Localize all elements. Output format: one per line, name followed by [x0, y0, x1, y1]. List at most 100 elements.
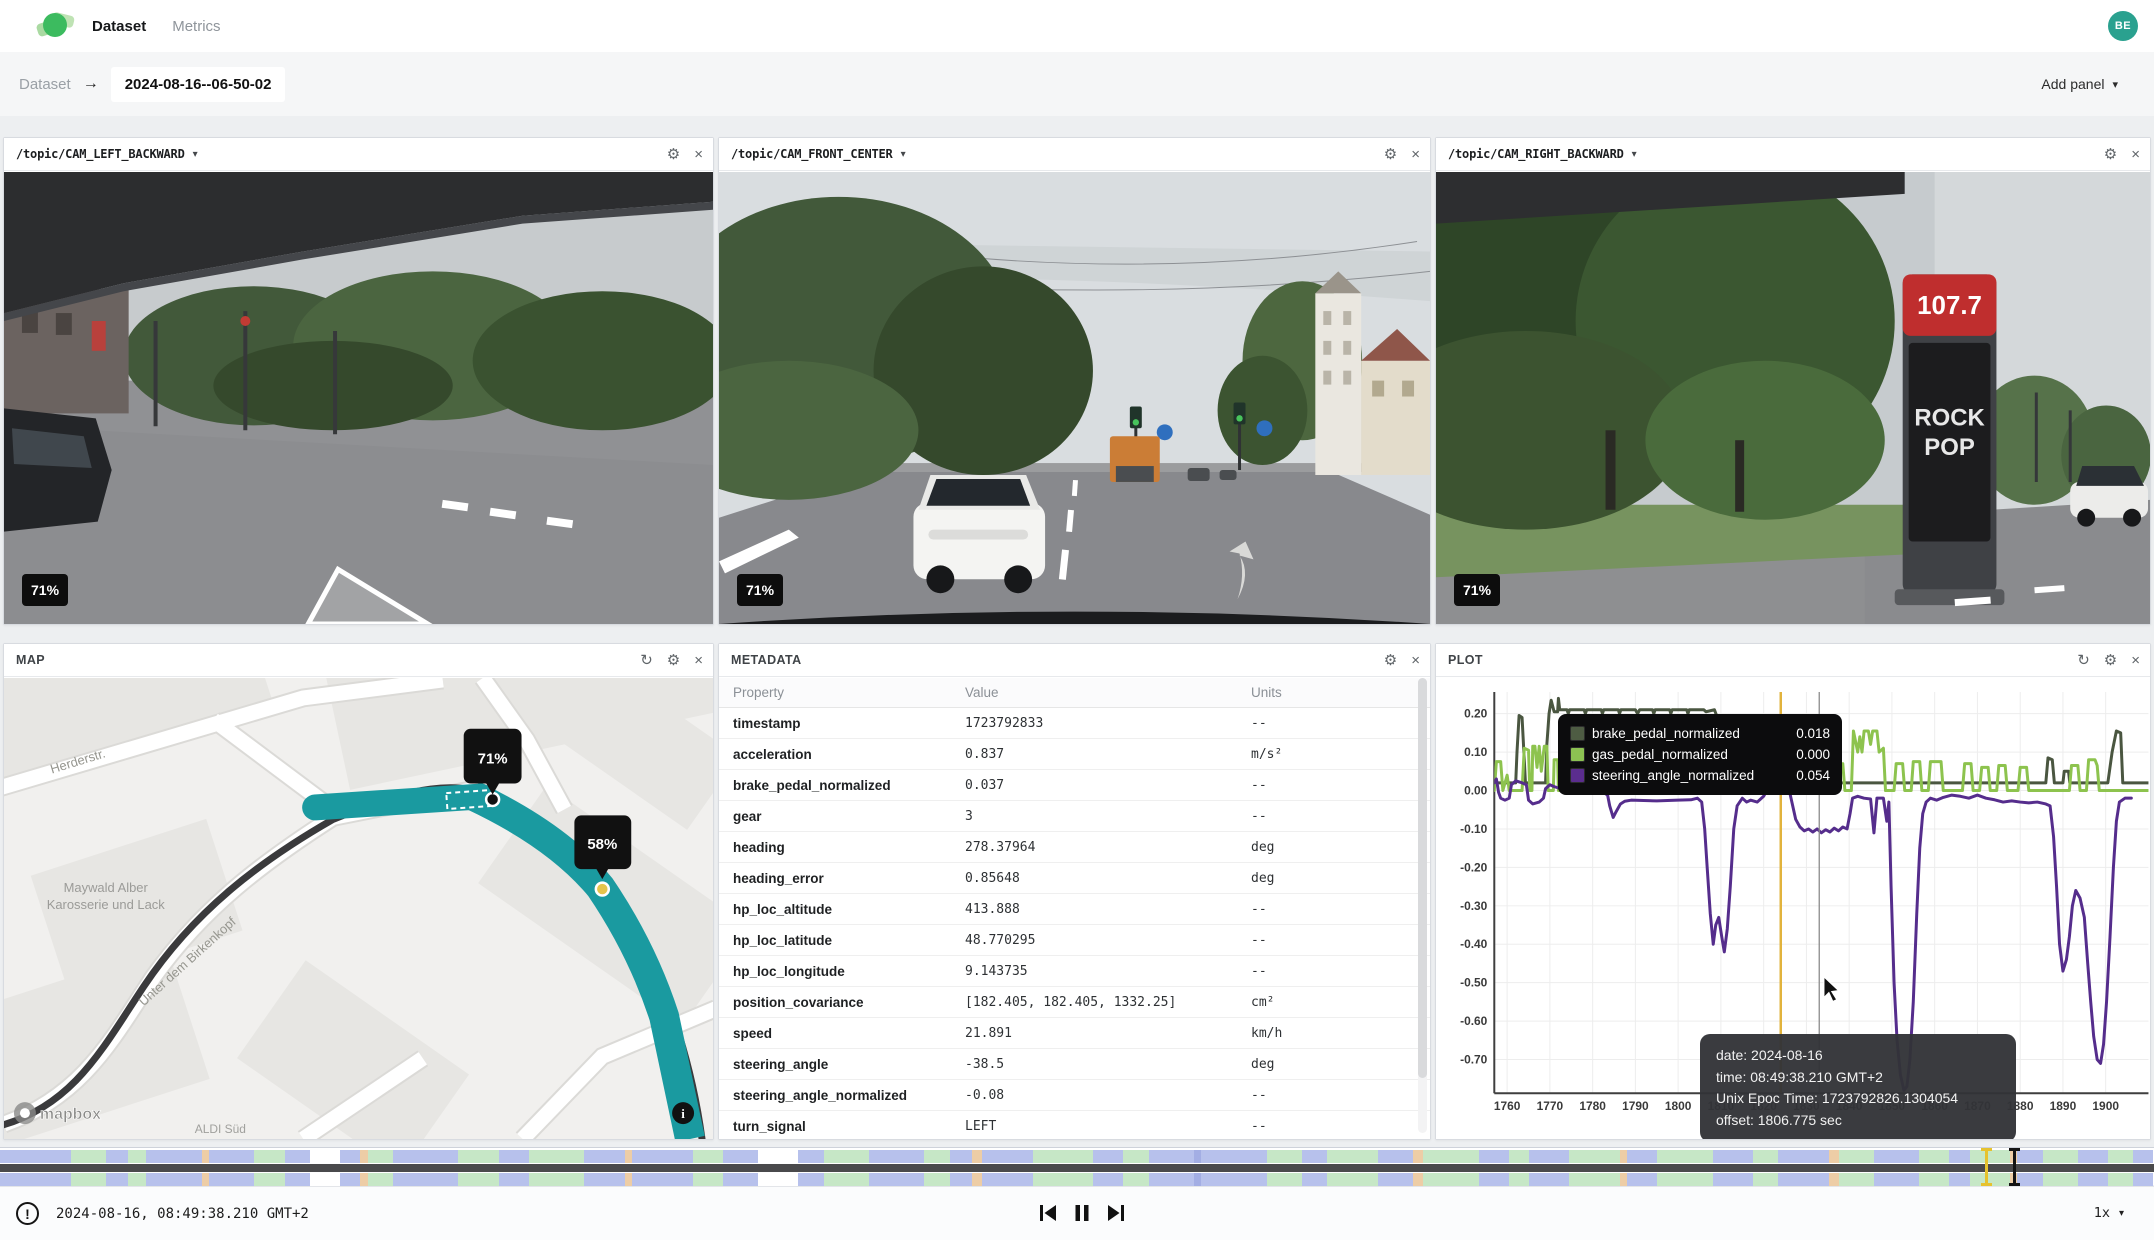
- table-row[interactable]: position_covariance[182.405, 182.405, 13…: [719, 987, 1430, 1018]
- timeline-segment[interactable]: [1378, 1173, 1413, 1186]
- close-icon[interactable]: ×: [1411, 147, 1420, 162]
- timeline-segment[interactable]: [1378, 1150, 1413, 1163]
- timeline-segment[interactable]: [693, 1150, 723, 1163]
- timeline-segment[interactable]: [458, 1173, 498, 1186]
- timeline-segment[interactable]: [1479, 1173, 1509, 1186]
- timeline-segment[interactable]: [972, 1150, 982, 1163]
- timeline-segment[interactable]: [1423, 1173, 1478, 1186]
- timeline-segment[interactable]: [1874, 1150, 1919, 1163]
- table-row[interactable]: hp_loc_longitude9.143735--: [719, 956, 1430, 987]
- refresh-icon[interactable]: ↻: [640, 653, 653, 668]
- table-row[interactable]: brake_pedal_normalized0.037--: [719, 770, 1430, 801]
- close-icon[interactable]: ×: [2131, 653, 2140, 668]
- timeline-strip-bottom[interactable]: [0, 1173, 2154, 1186]
- timeline-segment[interactable]: [924, 1173, 949, 1186]
- timeline-segment[interactable]: [1302, 1173, 1327, 1186]
- timeline-segment[interactable]: [2078, 1150, 2108, 1163]
- timeline-segment[interactable]: [1713, 1150, 1753, 1163]
- timeline-segment[interactable]: [1194, 1173, 1202, 1186]
- pause-button[interactable]: [1071, 1202, 1093, 1224]
- topic-select[interactable]: /topic/CAM_FRONT_CENTER: [731, 147, 893, 161]
- timeline-segment[interactable]: [209, 1150, 254, 1163]
- timeline-segment[interactable]: [71, 1150, 106, 1163]
- timeline-segment[interactable]: [693, 1173, 723, 1186]
- timeline-segment[interactable]: [499, 1150, 529, 1163]
- plot-area[interactable]: 0.200.100.00-0.10-0.20-0.30-0.40-0.50-0.…: [1436, 678, 2150, 1139]
- timeline-segment[interactable]: [310, 1173, 340, 1186]
- close-icon[interactable]: ×: [694, 653, 703, 668]
- refresh-icon[interactable]: ↻: [2077, 653, 2090, 668]
- timeline-segment[interactable]: [1093, 1173, 1123, 1186]
- table-row[interactable]: steering_angle-38.5deg: [719, 1049, 1430, 1080]
- timeline-segment[interactable]: [0, 1150, 71, 1163]
- timeline-segment[interactable]: [529, 1173, 584, 1186]
- timeline-segment[interactable]: [584, 1173, 624, 1186]
- timeline-segment[interactable]: [723, 1150, 758, 1163]
- topic-select[interactable]: /topic/CAM_LEFT_BACKWARD: [16, 147, 185, 161]
- skip-end-button[interactable]: [1105, 1202, 1127, 1224]
- hover-marker[interactable]: [2013, 1148, 2016, 1186]
- timeline-segment[interactable]: [1413, 1173, 1423, 1186]
- timeline-segment[interactable]: [1033, 1150, 1093, 1163]
- map-view[interactable]: Maywald Alber Karosserie und Lack Unter …: [4, 678, 713, 1139]
- timeline-segment[interactable]: [1627, 1150, 1657, 1163]
- table-row[interactable]: steering_angle_normalized-0.08--: [719, 1080, 1430, 1111]
- gear-icon[interactable]: ⚙: [667, 147, 680, 162]
- timeline-segment[interactable]: [128, 1173, 146, 1186]
- timeline-scrubber[interactable]: [0, 1147, 2154, 1185]
- timeline-segment[interactable]: [982, 1173, 1032, 1186]
- timeline-segment[interactable]: [824, 1150, 869, 1163]
- timeline-segment[interactable]: [1149, 1150, 1194, 1163]
- table-row[interactable]: hp_loc_altitude413.888--: [719, 894, 1430, 925]
- timeline-segment[interactable]: [723, 1173, 758, 1186]
- timeline-segment[interactable]: [2017, 1173, 2042, 1186]
- gear-icon[interactable]: ⚙: [2104, 653, 2117, 668]
- playback-speed-select[interactable]: 1x ▾: [2094, 1205, 2124, 1221]
- gear-icon[interactable]: ⚙: [1384, 653, 1397, 668]
- timeline-segment[interactable]: [310, 1150, 340, 1163]
- close-icon[interactable]: ×: [694, 147, 703, 162]
- timeline-segment[interactable]: [1267, 1173, 1302, 1186]
- timeline-segment[interactable]: [1627, 1173, 1657, 1186]
- timeline-segment[interactable]: [1569, 1173, 1619, 1186]
- timeline-segment[interactable]: [1123, 1173, 1148, 1186]
- timeline-segment[interactable]: [632, 1173, 692, 1186]
- table-row[interactable]: heading_error0.85648deg: [719, 863, 1430, 894]
- timeline-segment[interactable]: [1413, 1150, 1423, 1163]
- table-row[interactable]: gear3--: [719, 801, 1430, 832]
- timeline-segment[interactable]: [584, 1150, 624, 1163]
- tab-metrics[interactable]: Metrics: [172, 18, 220, 35]
- timeline-segment[interactable]: [1479, 1150, 1509, 1163]
- timeline-segment[interactable]: [1620, 1150, 1628, 1163]
- tab-dataset[interactable]: Dataset: [92, 18, 146, 35]
- timeline-segment[interactable]: [632, 1150, 692, 1163]
- timeline-segment[interactable]: [1874, 1173, 1919, 1186]
- timeline-segment[interactable]: [1194, 1150, 1202, 1163]
- avatar[interactable]: BE: [2108, 11, 2138, 41]
- skip-start-button[interactable]: [1037, 1202, 1059, 1224]
- timeline-segment[interactable]: [1033, 1173, 1093, 1186]
- close-icon[interactable]: ×: [2131, 147, 2140, 162]
- timeline-segment[interactable]: [360, 1173, 368, 1186]
- timeline-segment[interactable]: [1529, 1173, 1569, 1186]
- timeline-segment[interactable]: [758, 1150, 798, 1163]
- scrollbar-thumb[interactable]: [1418, 678, 1427, 1078]
- timeline-segment[interactable]: [1149, 1173, 1194, 1186]
- topic-select[interactable]: /topic/CAM_RIGHT_BACKWARD: [1448, 147, 1624, 161]
- table-row[interactable]: heading278.37964deg: [719, 832, 1430, 863]
- timeline-segment[interactable]: [106, 1150, 129, 1163]
- timeline-segment[interactable]: [1829, 1173, 1839, 1186]
- timeline-segment[interactable]: [2043, 1173, 2078, 1186]
- timeline-segment[interactable]: [1423, 1150, 1478, 1163]
- timeline-segment[interactable]: [106, 1173, 129, 1186]
- timeline-segment[interactable]: [254, 1173, 284, 1186]
- breadcrumb-root[interactable]: Dataset: [19, 76, 71, 93]
- timeline-segment[interactable]: [340, 1173, 360, 1186]
- table-row[interactable]: speed21.891km/h: [719, 1018, 1430, 1049]
- timeline-segment[interactable]: [202, 1150, 210, 1163]
- timeline-segment[interactable]: [1093, 1150, 1123, 1163]
- timeline-segment[interactable]: [972, 1173, 982, 1186]
- timeline-segment[interactable]: [1713, 1173, 1753, 1186]
- timeline-segment[interactable]: [458, 1150, 498, 1163]
- timeline-segment[interactable]: [1123, 1150, 1148, 1163]
